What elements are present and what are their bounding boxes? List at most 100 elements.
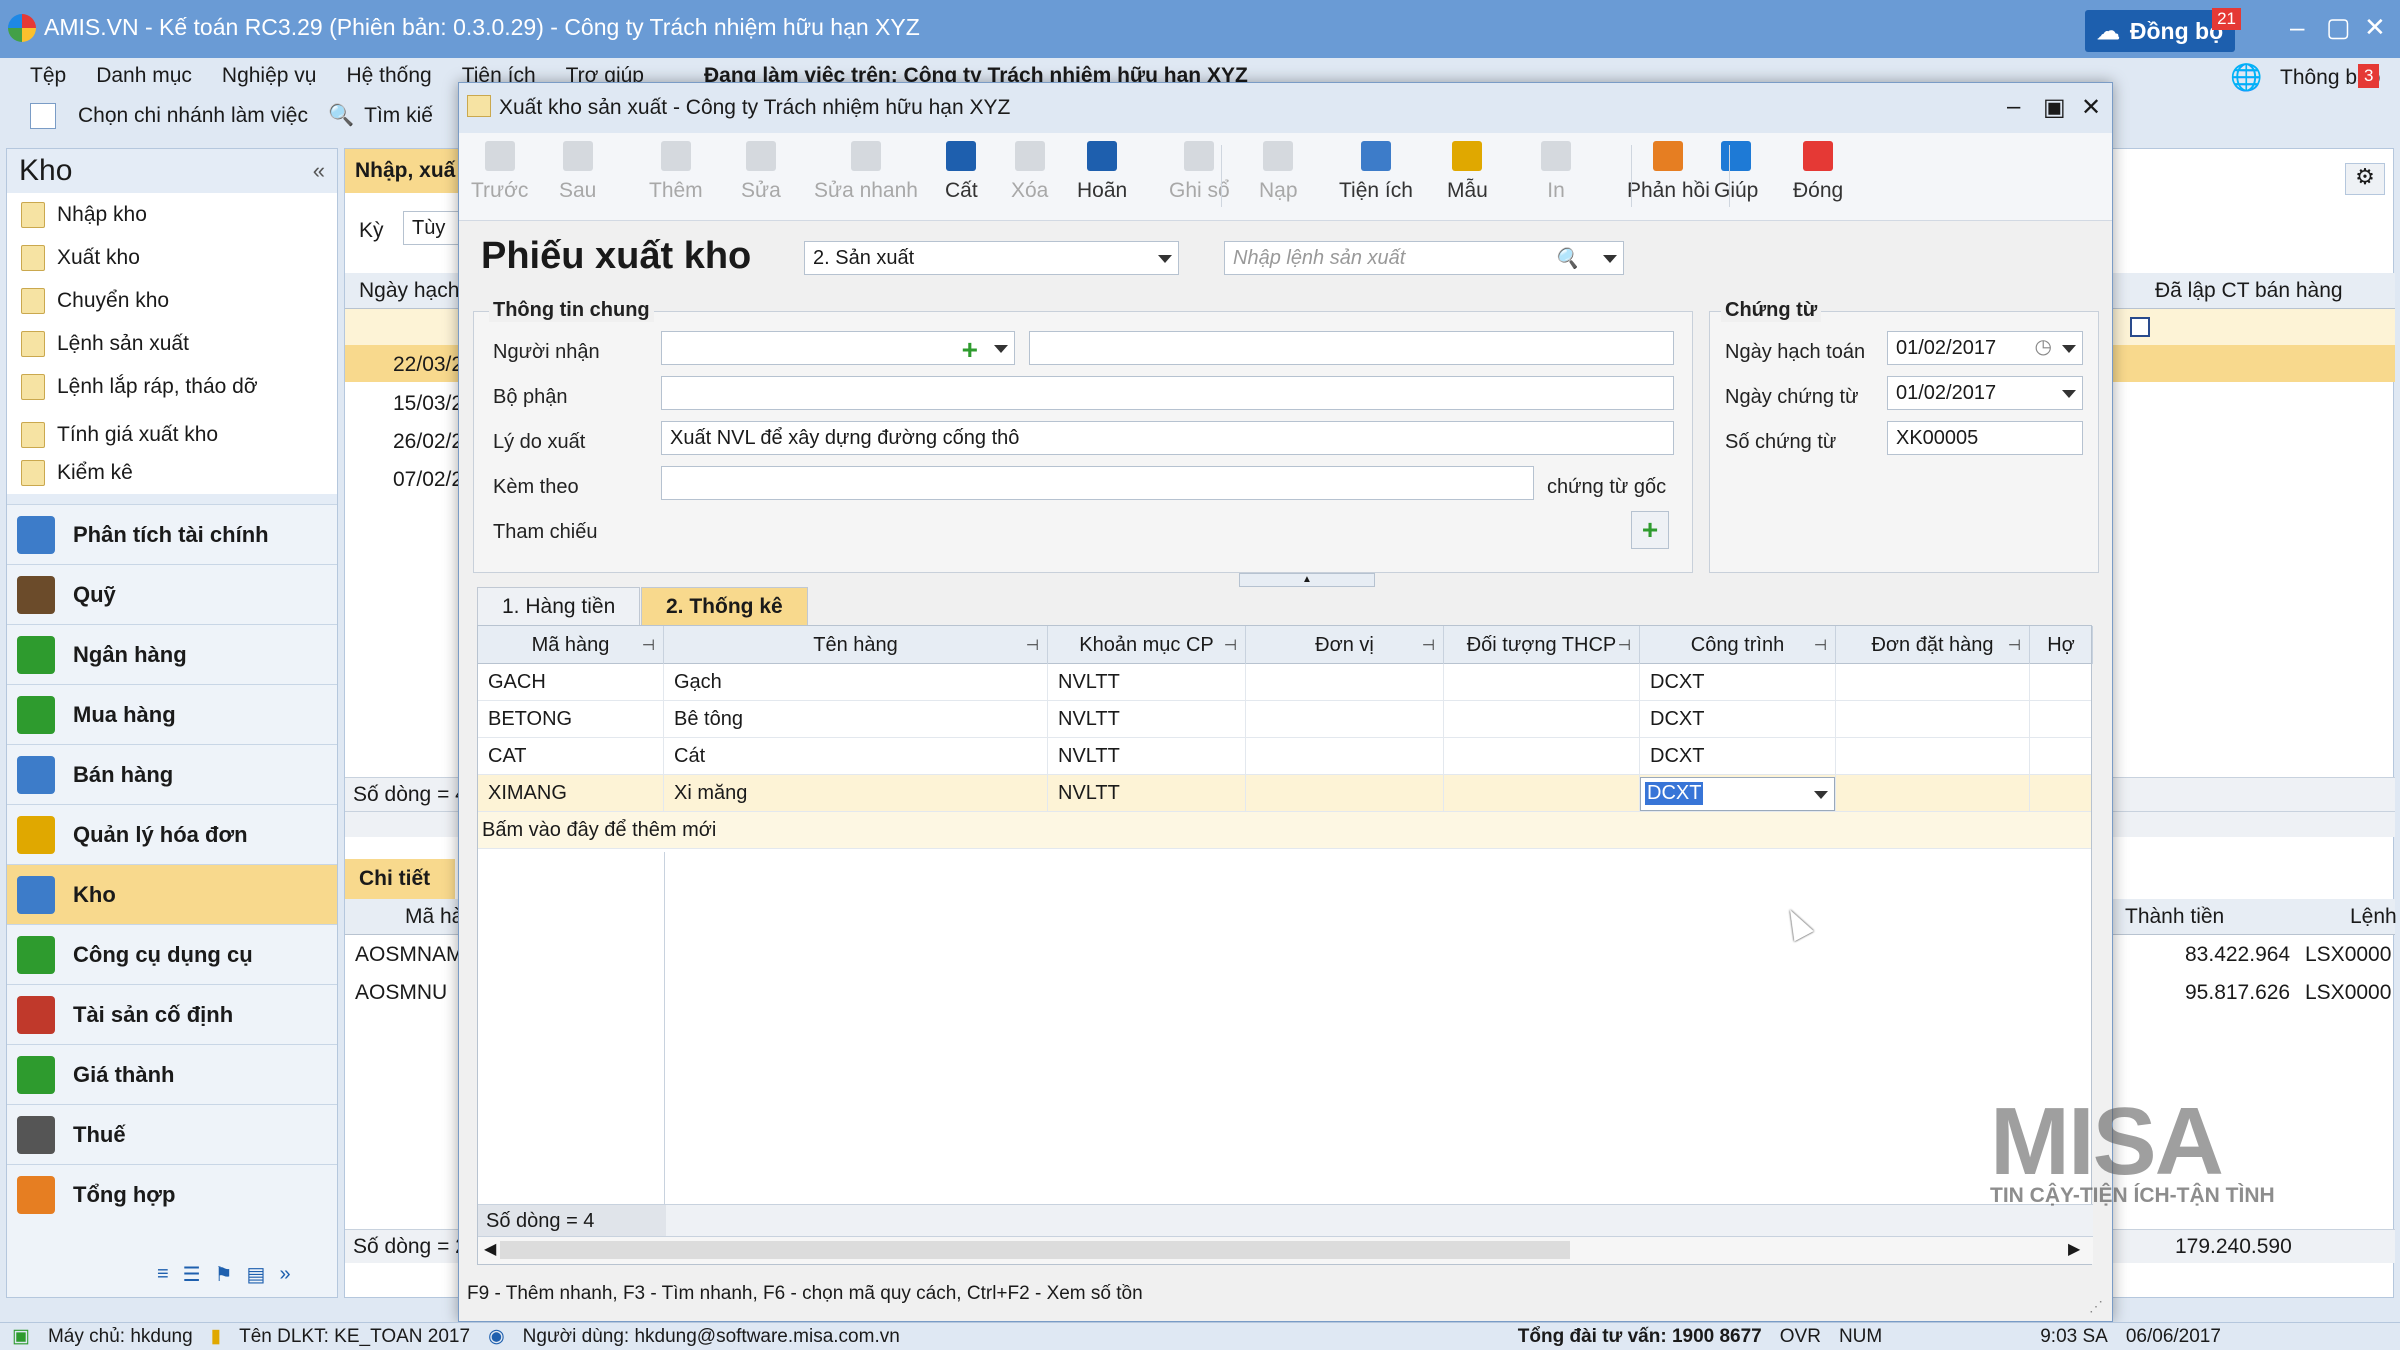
add-icon[interactable]: +	[962, 334, 978, 366]
detail-row-code[interactable]: AOSMNU	[355, 981, 447, 1005]
grid-cell[interactable]	[1246, 664, 1444, 701]
pin-icon[interactable]: ⊣	[1026, 636, 1039, 654]
resize-grip-icon[interactable]: ⋰	[2089, 1298, 2103, 1315]
grid-cell[interactable]	[1444, 701, 1640, 738]
dialog-minimize-icon[interactable]: –	[2007, 93, 2020, 121]
nav-item-3[interactable]: Lệnh sản xuất	[7, 322, 337, 365]
toolbar-load-button[interactable]: Nạp	[1259, 141, 1298, 203]
grid-cell[interactable]: CAT	[478, 738, 664, 775]
module-9[interactable]: Giá thành	[7, 1044, 337, 1104]
more-icon[interactable]: »	[279, 1263, 290, 1286]
module-11[interactable]: Tổng hợp	[7, 1164, 337, 1224]
menu-catalog[interactable]: Danh mục	[96, 64, 192, 88]
menu-operations[interactable]: Nghiệp vụ	[222, 64, 317, 88]
collapse-splitter-icon[interactable]: ▲	[1239, 573, 1375, 587]
menu-system[interactable]: Hệ thống	[346, 64, 431, 88]
branch-select[interactable]: Chọn chi nhánh làm việc	[78, 104, 308, 128]
grid-cell[interactable]: XIMANG	[478, 775, 664, 812]
grid-cell[interactable]	[1444, 775, 1640, 812]
shortcut-icon[interactable]: ⚑	[215, 1262, 233, 1287]
pin-icon[interactable]: ⊣	[1422, 636, 1435, 654]
column-header-3[interactable]: Đơn vị ⊣	[1246, 626, 1444, 664]
pin-icon[interactable]: ⊣	[1618, 636, 1631, 654]
grid-cell[interactable]	[1246, 738, 1444, 775]
scroll-right-icon[interactable]: ▶	[2068, 1239, 2080, 1259]
toolbar-utilities-button[interactable]: Tiện ích	[1339, 141, 1413, 203]
column-header-0[interactable]: Mã hàng ⊣	[478, 626, 664, 664]
document-no-input[interactable]: XK00005	[1887, 421, 2083, 455]
module-1[interactable]: Quỹ	[7, 564, 337, 624]
toolbar-delete-button[interactable]: Xóa	[1011, 141, 1048, 203]
pin-icon[interactable]: ⊣	[1814, 636, 1827, 654]
toolbar-feedback-button[interactable]: Phản hồi	[1627, 141, 1710, 203]
search-link[interactable]: Tìm kiế	[364, 104, 433, 128]
module-10[interactable]: Thuế	[7, 1104, 337, 1164]
chevron-down-icon[interactable]	[1814, 790, 1828, 799]
reason-input[interactable]: Xuất NVL để xây dựng đường cống thô	[661, 421, 1674, 455]
collapse-icon[interactable]: «	[313, 158, 325, 184]
grid-cell[interactable]	[1836, 664, 2030, 701]
module-8[interactable]: Tài sản cố định	[7, 984, 337, 1044]
module-5[interactable]: Quản lý hóa đơn	[7, 804, 337, 864]
module-7[interactable]: Công cụ dụng cụ	[7, 924, 337, 984]
column-header-4[interactable]: Đối tượng THCP ⊣	[1444, 626, 1640, 664]
department-input[interactable]	[661, 376, 1674, 410]
grid-cell[interactable]: BETONG	[478, 701, 664, 738]
production-order-input[interactable]: Nhập lệnh sản xuất 🔍	[1224, 241, 1624, 275]
module-2[interactable]: Ngân hàng	[7, 624, 337, 684]
search-icon[interactable]: 🔍	[1554, 246, 1579, 271]
grid-cell[interactable]	[1246, 775, 1444, 812]
add-reference-icon[interactable]: +	[1631, 511, 1669, 549]
list-row-date[interactable]: 22/03/2	[393, 353, 463, 377]
column-header-6[interactable]: Đơn đặt hàng ⊣	[1836, 626, 2030, 664]
document-date-input[interactable]: 01/02/2017	[1887, 376, 2083, 410]
grid-cell[interactable]	[1836, 701, 2030, 738]
close-icon[interactable]: ✕	[2364, 12, 2386, 43]
grid-row[interactable]: XIMANG Xi măng NVLTT DCXT	[478, 775, 2091, 812]
list-row-date[interactable]: 15/03/2	[393, 392, 463, 416]
column-header-7[interactable]: Hợ	[2030, 626, 2093, 664]
list-row-date[interactable]: 26/02/2	[393, 430, 463, 454]
toolbar-template-button[interactable]: Mẫu	[1447, 141, 1488, 203]
detail-tab[interactable]: Chi tiết	[345, 859, 455, 899]
module-0[interactable]: Phân tích tài chính	[7, 504, 337, 564]
shortcut-icon[interactable]: ▤	[247, 1262, 266, 1287]
module-3[interactable]: Mua hàng	[7, 684, 337, 744]
toolbar-quick-edit-button[interactable]: Sửa nhanh	[814, 141, 918, 203]
add-new-row[interactable]: Bấm vào đây để thêm mới	[478, 812, 2091, 849]
column-header-1[interactable]: Tên hàng ⊣	[664, 626, 1048, 664]
column-header-5[interactable]: Công trình ⊣	[1640, 626, 1836, 664]
shortcut-icon[interactable]: ☰	[183, 1262, 201, 1287]
dialog-close-icon[interactable]: ✕	[2081, 93, 2101, 122]
nav-item-4[interactable]: Lệnh lắp ráp, tháo dỡ	[7, 365, 337, 408]
toolbar-save-button[interactable]: Cất	[945, 141, 978, 203]
grid-cell[interactable]: GACH	[478, 664, 664, 701]
grid-cell[interactable]	[1246, 701, 1444, 738]
dialog-maximize-icon[interactable]: ▣	[2043, 93, 2066, 122]
maximize-icon[interactable]: ▢	[2326, 12, 2351, 43]
nav-item-2[interactable]: Chuyển kho	[7, 279, 337, 322]
period-select[interactable]: Tùy	[403, 211, 463, 245]
nav-item-0[interactable]: Nhập kho	[7, 193, 337, 236]
grid-cell[interactable]: Bê tông	[664, 701, 1048, 738]
grid-cell[interactable]	[1836, 775, 2030, 812]
pin-icon[interactable]: ⊣	[2008, 636, 2021, 654]
toolbar-print-button[interactable]: In	[1541, 141, 1571, 203]
toolbar-close-button[interactable]: Đóng	[1793, 141, 1843, 203]
attachment-input[interactable]	[661, 466, 1534, 500]
list-tab[interactable]: Nhập, xuấ	[345, 149, 465, 193]
minimize-icon[interactable]: –	[2290, 12, 2304, 43]
issue-type-select[interactable]: 2. Sản xuất	[804, 241, 1179, 275]
accounting-date-input[interactable]: 01/02/2017 ◷	[1887, 331, 2083, 365]
toolbar-edit-button[interactable]: Sửa	[741, 141, 781, 203]
toolbar-help-button[interactable]: Giúp	[1714, 141, 1758, 203]
column-header-2[interactable]: Khoản mục CP ⊣	[1048, 626, 1246, 664]
grid-row[interactable]: BETONG Bê tông NVLTT DCXT	[478, 701, 2091, 738]
module-6[interactable]: Kho	[7, 864, 337, 924]
grid-cell[interactable]: NVLTT	[1048, 775, 1246, 812]
list-row-date[interactable]: 07/02/2	[393, 468, 463, 492]
receiver-name-input[interactable]	[1029, 331, 1674, 365]
toolbar-undo-button[interactable]: Hoãn	[1077, 141, 1127, 203]
nav-item-5[interactable]: Tính giá xuất kho	[7, 408, 337, 451]
receiver-code-input[interactable]: +	[661, 331, 1015, 365]
